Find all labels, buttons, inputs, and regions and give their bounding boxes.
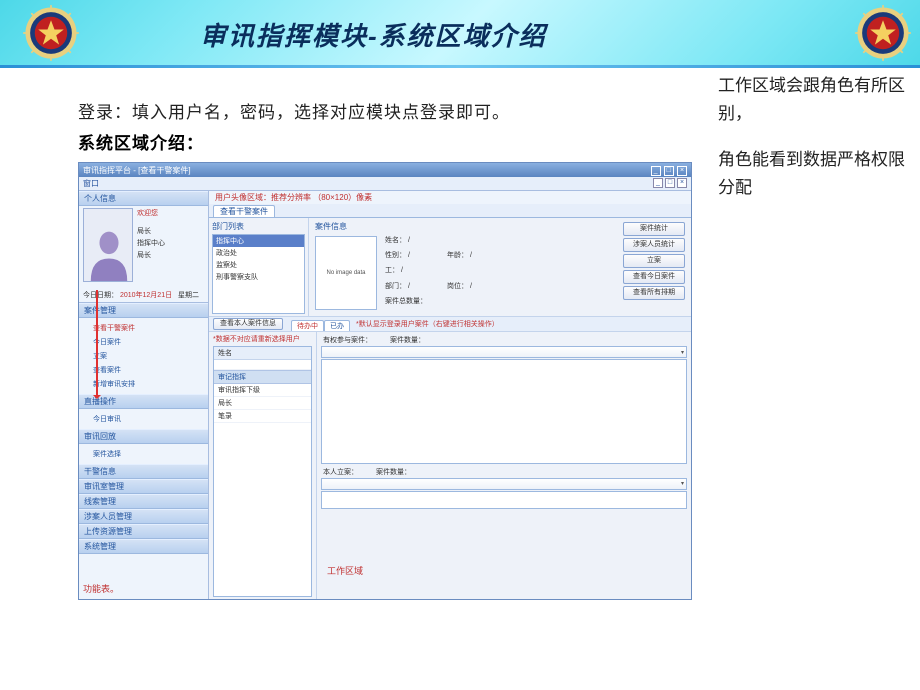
subtab-pending[interactable]: 待办中 [291,320,324,331]
participate-combo[interactable]: ▾ [321,346,687,358]
user-select-warning: *数据不对应请重新选择用户 [213,334,312,344]
avatar-box [83,208,133,282]
nav-clue-management[interactable]: 线索管理 [79,494,208,509]
weekday: 星期二 [178,292,199,299]
self-case-label: 本人立案： [323,467,358,477]
subtab-done[interactable]: 已办 [324,320,350,331]
today-date-row: 今日日期： 2010年12月21日 星期二 [79,288,208,303]
dept-item-command-center[interactable]: 指挥中心 [213,235,304,247]
nav-system-management[interactable]: 系统管理 [79,539,208,554]
welcome-text: 欢迎您 [137,208,165,220]
self-case-grid[interactable] [321,491,687,509]
field-name: 姓名： / [385,234,427,249]
close-button[interactable]: × [677,166,687,176]
view-all-schedule-button[interactable]: 查看所有排期 [623,286,685,300]
nav-suspect-management[interactable]: 涉案人员管理 [79,509,208,524]
nav-interrogation-review[interactable]: 审讯回放 [79,429,208,444]
case-count-label-1: 案件数量： [390,335,425,345]
tab-view-police-cases[interactable]: 查看干警案件 [213,205,275,217]
user-rank: 局长 [137,226,165,238]
participate-grid[interactable] [321,359,687,464]
create-case-button[interactable]: 立案 [623,254,685,268]
field-work: 工： / [385,264,427,279]
case-stats-button[interactable]: 案件统计 [623,222,685,236]
field-position: 岗位： / [447,280,472,295]
field-age: 年龄： / [447,249,472,264]
side-note-p2: 角色能看到数据严格权限分配 [718,146,908,202]
user-grid[interactable]: 姓名 审记指挥 审讯指挥下级 局长 笔录 [213,346,312,597]
police-badge-right-icon [854,4,912,62]
view-today-cases-button[interactable]: 查看今日案件 [623,270,685,284]
mdi-close-button[interactable]: × [677,178,687,188]
user-grid-header-name: 姓名 [214,347,311,360]
participate-label: 有权参与案件： [323,335,372,345]
slide-banner: 审讯指挥模块-系统区域介绍 [0,0,920,68]
nav-item-add-interrogation[interactable]: 新增审讯安排 [79,377,208,391]
police-badge-left-icon [22,4,80,62]
nav-upload-management[interactable]: 上传资源管理 [79,524,208,539]
minimize-button[interactable]: _ [651,166,661,176]
nav-item-case-select[interactable]: 案件选择 [79,447,208,461]
subtab-hint: *默认显示登录用户案件（右键进行相关操作） [356,319,499,329]
app-window: 审讯指挥平台 - [查看干警案件] _ □ × 窗口 _ □ × 个人信息 [78,162,692,600]
field-gender: 性别： / [385,249,427,264]
personal-info-header[interactable]: 个人信息 [79,191,208,206]
nav-item-today-cases[interactable]: 今日案件 [79,335,208,349]
avatar-zone-annotation-text: 用户头像区域：推荐分辨率 （80×120）像素 [209,191,691,204]
dept-item-political[interactable]: 政治处 [213,247,304,259]
date-label: 今日日期： [83,292,118,299]
nav-police-info[interactable]: 干警信息 [79,464,208,479]
view-self-case-button[interactable]: 查看本人案件信息 [213,318,283,330]
chevron-down-icon-2: ▾ [681,480,684,487]
mdi-minimize-button[interactable]: _ [653,178,663,188]
nav-case-management[interactable]: 案件管理 [79,303,208,318]
app-title-text: 审讯指挥平台 - [查看干警案件] [83,165,191,176]
side-note-p1: 工作区域会跟角色有所区别， [718,72,908,128]
menu-window[interactable]: 窗口 [83,179,99,188]
chevron-down-icon: ▾ [681,349,684,356]
red-arrow-down-icon [96,290,98,398]
user-grid-row-chief[interactable]: 局长 [214,397,311,410]
nav-item-today-interrogation[interactable]: 今日审讯 [79,412,208,426]
function-list-annotation: 功能表。 [83,582,119,595]
app-menubar: 窗口 _ □ × [79,177,691,191]
dept-listbox[interactable]: 指挥中心 政治处 监察处 刑事警察支队 [212,234,305,314]
main-tab-bar: 查看干警案件 [209,204,691,218]
nav-room-management[interactable]: 审讯室管理 [79,479,208,494]
maximize-button[interactable]: □ [664,166,674,176]
slide-title: 审讯指挥模块-系统区域介绍 [200,16,547,53]
app-titlebar: 审讯指挥平台 - [查看干警案件] _ □ × [79,163,691,177]
user-grid-row-transcript[interactable]: 笔录 [214,410,311,423]
field-dept: 部门： / [385,280,427,295]
nav-item-view-police-cases[interactable]: 查看干警案件 [79,321,208,335]
dept-item-supervision[interactable]: 监察处 [213,259,304,271]
field-total-cases: 案件总数量： [385,295,427,310]
suspect-stats-button[interactable]: 涉案人员统计 [623,238,685,252]
dept-item-criminal-police[interactable]: 刑事警察支队 [213,271,304,283]
dept-list-label: 部门列表 [212,221,305,232]
user-role: 局长 [137,250,165,262]
user-dept: 指挥中心 [137,238,165,250]
work-area-annotation: 工作区域 [327,564,363,577]
case-count-label-2: 案件数量： [376,467,411,477]
right-body: 用户头像区域：推荐分辨率 （80×120）像素 查看干警案件 部门列表 指挥中心… [209,191,691,599]
nav-item-view-cases[interactable]: 查看案件 [79,363,208,377]
personal-info-body: 欢迎您 局长 指挥中心 局长 [79,206,208,288]
self-case-combo[interactable]: ▾ [321,478,687,490]
user-grid-row-sub[interactable]: 审讯指挥下级 [214,384,311,397]
side-note: 工作区域会跟角色有所区别， 角色能看到数据严格权限分配 [718,72,908,220]
mdi-restore-button[interactable]: □ [665,178,675,188]
date-value: 2010年12月21日 [120,292,172,299]
nav-item-create-case[interactable]: 立案 [79,349,208,363]
user-grid-section-command[interactable]: 审记指挥 [214,370,311,384]
case-photo-placeholder: No image data [315,236,377,310]
